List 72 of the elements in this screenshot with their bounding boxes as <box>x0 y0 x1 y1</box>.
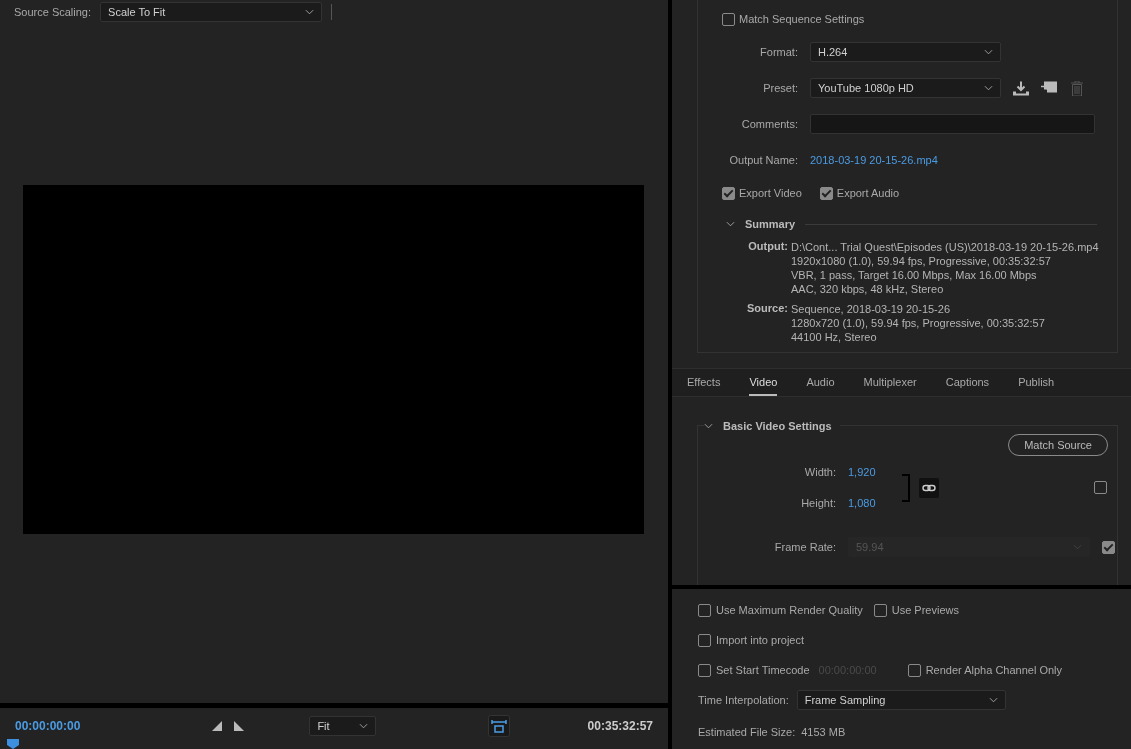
import-icon[interactable] <box>1041 80 1057 96</box>
chevron-down-icon <box>988 697 998 703</box>
checkbox[interactable] <box>722 186 735 200</box>
field-label: Estimated File Size: <box>698 726 796 738</box>
summary-line: AAC, 320 kbps, 48 kHz, Stereo <box>791 282 945 296</box>
tab[interactable]: Captions <box>945 369 990 396</box>
summary-line: 44100 Hz, Stereo <box>791 330 878 344</box>
chevron-down-icon <box>305 9 315 15</box>
checkbox-label: Export Audio <box>836 187 900 199</box>
source-scaling-label: Source Scaling: <box>14 6 92 18</box>
tab[interactable]: Publish <box>1018 369 1055 396</box>
height-value[interactable]: 1,080 <box>848 497 876 509</box>
checkbox[interactable] <box>698 633 711 647</box>
field-label: Output Name: <box>728 154 798 166</box>
duration-timecode: 00:35:32:57 <box>587 718 653 733</box>
checkbox-label: Render Alpha Channel Only <box>925 664 1063 676</box>
time-interpolation-dropdown[interactable]: Frame Sampling <box>796 690 1006 710</box>
link-bracket <box>901 473 910 502</box>
summary-line: VBR, 1 pass, Target 16.00 Mbps, Max 16.00 Mbps <box>791 268 1038 282</box>
field-label: Comments: <box>740 118 798 130</box>
checkbox-label: Set Start Timecode <box>716 664 810 676</box>
comments-field[interactable] <box>810 114 1095 134</box>
mark-out-icon[interactable] <box>234 720 245 731</box>
field-label: Format: <box>759 46 798 58</box>
checkbox-label: Use Previews <box>891 604 959 616</box>
field-label: Time Interpolation: <box>698 694 789 706</box>
field-label: Preset: <box>762 82 798 94</box>
summary-line: D:\Cont... Trial Quest\Episodes (US)\2018-03-19 20-15-26.mp4 <box>791 240 1099 254</box>
width-value[interactable]: 1,920 <box>848 466 876 478</box>
chevron-down-icon[interactable] <box>704 423 713 429</box>
source-scaling-dropdown[interactable]: Scale To Fit <box>100 2 323 22</box>
checkbox[interactable] <box>698 603 711 617</box>
checkbox[interactable] <box>1102 540 1115 554</box>
chevron-down-icon[interactable] <box>726 221 735 227</box>
checkbox[interactable] <box>698 663 711 677</box>
field-label: Height: <box>800 497 836 509</box>
playhead-icon[interactable] <box>7 739 19 749</box>
summary-label: Source: <box>746 302 788 316</box>
checkbox[interactable] <box>1094 481 1107 494</box>
checkbox-label: Import into project <box>716 634 805 646</box>
checkbox-label: Use Maximum Render Quality <box>716 604 863 616</box>
tab[interactable]: Video <box>749 369 778 396</box>
summary-line: Sequence, 2018-03-19 20-15-26 <box>791 302 951 316</box>
section-title: Basic Video Settings <box>723 420 832 432</box>
chevron-down-icon <box>984 49 993 55</box>
format-dropdown[interactable]: H.264 <box>810 42 1001 62</box>
summary-line: 1280x720 (1.0), 59.94 fps, Progressive, 00:35:32:57 <box>791 316 1045 330</box>
section-title: Summary <box>745 218 796 230</box>
checkbox[interactable] <box>873 603 887 617</box>
tab[interactable]: Audio <box>806 369 835 396</box>
output-name-link[interactable]: 2018-03-19 20-15-26.mp4 <box>810 154 938 166</box>
chevron-down-icon <box>984 85 993 91</box>
checkbox-label: Export Video <box>739 187 802 199</box>
checkbox[interactable] <box>819 186 833 200</box>
fit-frame-icon[interactable] <box>488 714 511 737</box>
chevron-down-icon <box>359 722 369 729</box>
file-size-value: 4153 MB <box>801 726 846 738</box>
mark-in-icon[interactable] <box>212 720 223 731</box>
preset-dropdown[interactable]: YouTube 1080p HD <box>810 78 1001 98</box>
checkbox[interactable] <box>907 663 921 677</box>
chain-link-icon[interactable] <box>918 477 939 498</box>
current-timecode[interactable]: 00:00:00:00 <box>15 718 81 733</box>
field-label: Width: <box>803 466 836 478</box>
summary-line: 1920x1080 (1.0), 59.94 fps, Progressive, 00:35:32:57 <box>791 254 1052 268</box>
checkbox[interactable] <box>722 12 735 26</box>
zoom-dropdown[interactable]: Fit <box>309 715 377 736</box>
tab[interactable]: Multiplexer <box>863 369 917 396</box>
summary-label: Output: <box>747 240 788 254</box>
download-icon[interactable] <box>1013 80 1029 96</box>
checkbox-label: Match Sequence Settings <box>739 13 865 25</box>
field-label: Frame Rate: <box>773 541 836 553</box>
tab[interactable]: Effects <box>687 369 721 396</box>
